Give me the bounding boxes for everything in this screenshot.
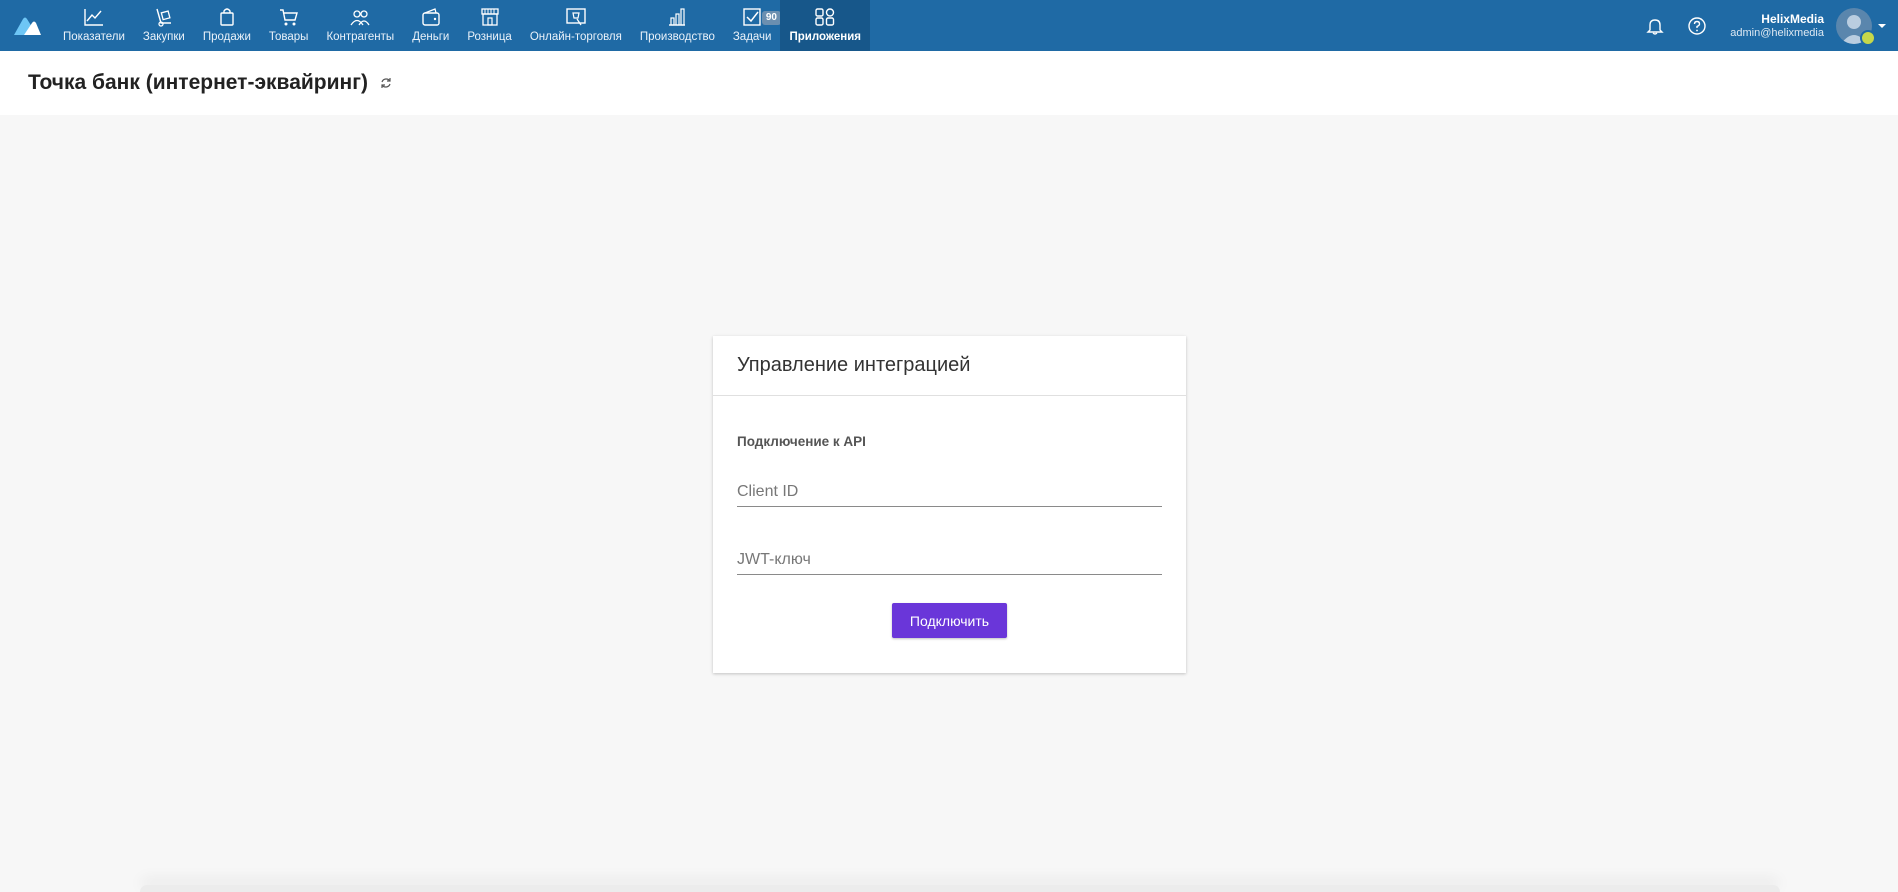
nav-item-goods[interactable]: Товары — [260, 0, 318, 51]
nav-item-label: Задачи — [732, 31, 772, 43]
nav-item-label: Закупки — [142, 31, 185, 43]
nav-item-retail[interactable]: Розница — [458, 0, 520, 51]
nav-item-label: Показатели — [63, 31, 125, 43]
notifications-button[interactable] — [1634, 0, 1676, 51]
user-info[interactable]: HelixMedia admin@helixmedia — [1730, 12, 1824, 40]
chevron-down-icon — [1878, 23, 1886, 28]
nav-item-label: Деньги — [412, 31, 450, 43]
store-icon — [480, 8, 499, 26]
apps-icon — [815, 8, 835, 26]
wallet-icon — [422, 8, 440, 26]
nav-item-label: Приложения — [789, 31, 861, 43]
bell-icon — [1646, 18, 1664, 35]
checkbox-icon — [743, 8, 761, 26]
page-header: Точка банк (интернет-эквайринг) — [0, 51, 1898, 115]
user-name: HelixMedia — [1761, 11, 1824, 26]
logo-icon — [14, 17, 41, 35]
button-row: Подключить — [737, 603, 1162, 638]
integration-card: Управление интеграцией Подключение к API… — [713, 336, 1186, 673]
dolly-icon — [156, 8, 171, 27]
online-store-icon — [566, 8, 586, 26]
bottom-panel-edge — [140, 885, 1780, 892]
user-email: admin@helixmedia — [1730, 26, 1824, 39]
main-nav: Показатели Закупки Продажи Товары Контра… — [54, 0, 870, 51]
nav-item-online-trade[interactable]: Онлайн-торговля — [521, 0, 631, 51]
avatar-status-badge — [1860, 29, 1876, 46]
nav-item-label: Производство — [639, 31, 715, 43]
client-id-field — [737, 479, 1162, 507]
logo[interactable] — [0, 0, 54, 51]
nav-item-tasks[interactable]: 90 Задачи — [724, 0, 781, 51]
top-right-controls: HelixMedia admin@helixmedia — [1634, 0, 1898, 51]
nav-item-indicators[interactable]: Показатели — [54, 0, 134, 51]
nav-item-purchases[interactable]: Закупки — [134, 0, 194, 51]
top-navigation-bar: Показатели Закупки Продажи Товары Контра… — [0, 0, 1898, 51]
connect-button[interactable]: Подключить — [892, 603, 1007, 638]
card-title: Управление интеграцией — [737, 354, 971, 376]
nav-item-sales[interactable]: Продажи — [194, 0, 260, 51]
shopping-bag-icon — [220, 8, 234, 26]
nav-item-counterparties[interactable]: Контрагенты — [317, 0, 403, 51]
nav-item-label: Товары — [268, 31, 309, 43]
card-body: Подключение к API Подключить — [713, 434, 1186, 638]
help-icon — [1688, 16, 1706, 35]
api-section-label: Подключение к API — [737, 434, 866, 449]
bar-chart-icon — [669, 8, 686, 26]
nav-item-apps[interactable]: Приложения — [780, 0, 870, 51]
card-header: Управление интеграцией — [713, 336, 1186, 396]
nav-item-label: Продажи — [202, 31, 251, 43]
tasks-count-badge: 90 — [761, 11, 781, 25]
page-title: Точка банк (интернет-эквайринг) — [28, 71, 368, 94]
nav-item-label: Контрагенты — [326, 31, 395, 43]
nav-item-production[interactable]: Производство — [631, 0, 724, 51]
jwt-key-field — [737, 547, 1162, 575]
refresh-icon — [381, 78, 391, 88]
nav-item-label: Розница — [467, 31, 512, 43]
nav-item-label: Онлайн-торговля — [529, 31, 622, 43]
help-button[interactable] — [1676, 0, 1718, 51]
refresh-button[interactable] — [380, 77, 392, 89]
user-menu[interactable] — [1836, 7, 1886, 46]
jwt-key-input[interactable] — [737, 547, 1162, 573]
chart-line-icon — [84, 9, 103, 26]
client-id-input[interactable] — [737, 479, 1162, 505]
cart-icon — [279, 9, 298, 26]
people-icon — [350, 10, 370, 26]
nav-item-money[interactable]: Деньги — [403, 0, 458, 51]
